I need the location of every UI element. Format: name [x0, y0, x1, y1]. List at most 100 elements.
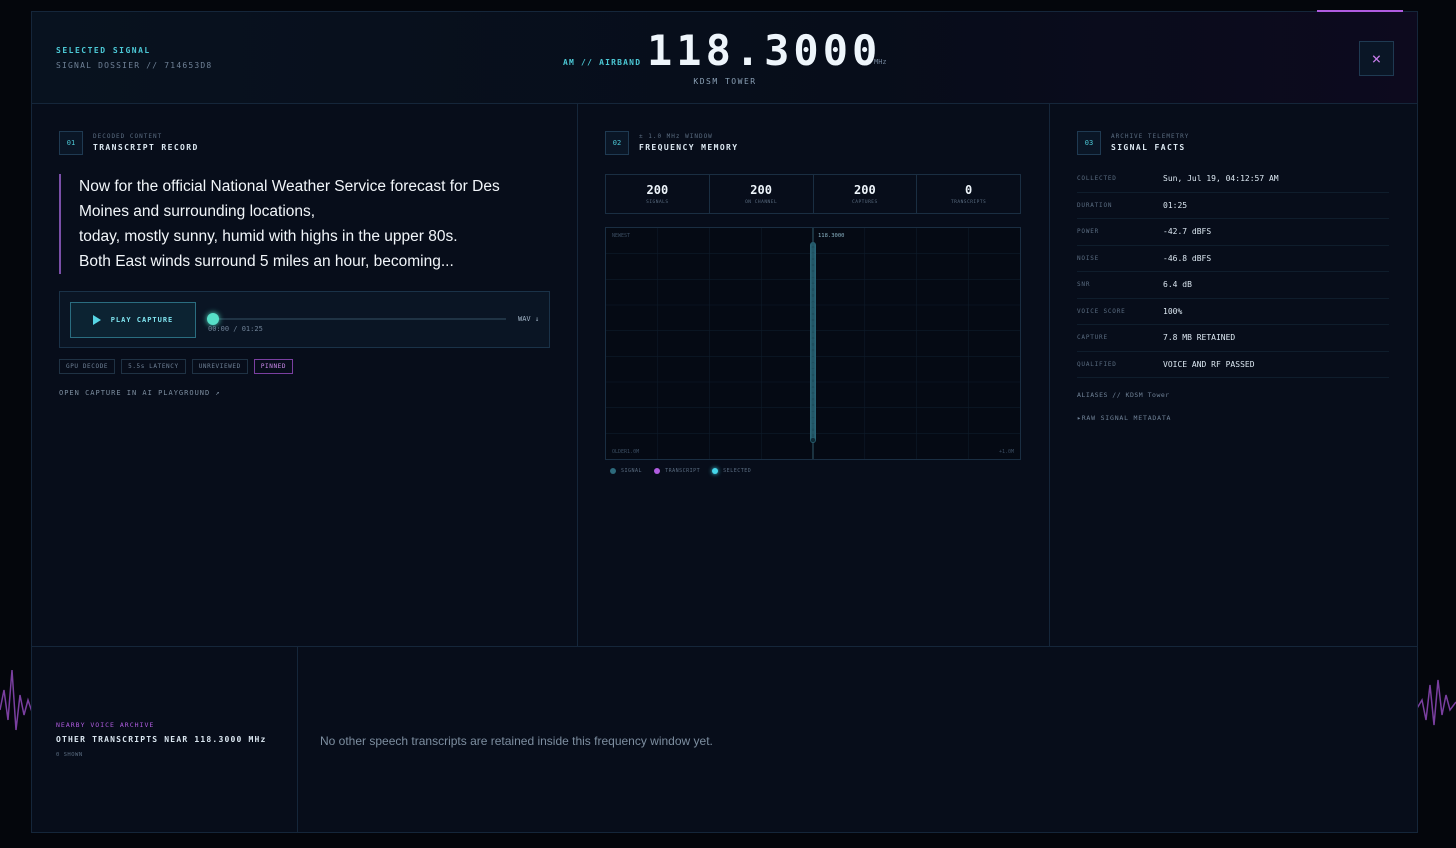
- nearby-archive-section: NEARBY VOICE ARCHIVE OTHER TRANSCRIPTS N…: [32, 646, 1417, 833]
- stat-label: TRANSCRIPTS: [950, 200, 987, 205]
- transcript-text: Now for the official National Weather Se…: [59, 174, 529, 274]
- transcript-line: Both East winds surround 5 miles an hour…: [79, 253, 454, 270]
- playback-time: 00:00 / 01:25: [208, 325, 263, 333]
- fact-value: 6.4 dB: [1163, 280, 1192, 290]
- selected-frequency-label: 118.3000: [818, 233, 845, 239]
- legend-selected: SELECTED: [712, 468, 751, 474]
- fact-key: NOISE: [1077, 254, 1100, 262]
- tag-unreviewed: UNREVIEWED: [191, 359, 248, 374]
- stat-value: 200: [750, 183, 772, 197]
- section-title: TRANSCRIPT RECORD: [93, 143, 199, 152]
- nearby-title: OTHER TRANSCRIPTS NEAR 118.3000 MHz: [56, 735, 267, 744]
- wav-download-link[interactable]: WAV ↓: [518, 315, 539, 323]
- close-button[interactable]: ×: [1359, 41, 1394, 76]
- tag-latency: 5.5s LATENCY: [121, 359, 186, 374]
- empty-state-message: No other speech transcripts are retained…: [320, 734, 713, 748]
- raw-metadata-toggle[interactable]: ▸RAW SIGNAL METADATA: [1077, 414, 1171, 422]
- stat-captures: 200 CAPTURES: [814, 175, 918, 213]
- legend-label: SIGNAL: [621, 468, 643, 474]
- section-title: FREQUENCY MEMORY: [639, 143, 739, 152]
- stat-label: SIGNALS: [646, 200, 669, 205]
- fact-value: VOICE AND RF PASSED: [1163, 359, 1255, 369]
- fact-key: COLLECTED: [1077, 175, 1117, 183]
- play-capture-label: PLAY CAPTURE: [110, 316, 174, 324]
- seek-track[interactable]: [212, 318, 506, 320]
- fact-value: 01:25: [1163, 200, 1188, 210]
- section-number: 01: [59, 131, 83, 155]
- fact-row: DURATION 01:25: [1077, 193, 1389, 219]
- fact-row: NOISE -46.8 dBFS: [1077, 246, 1389, 272]
- fact-key: VOICE SCORE: [1077, 307, 1126, 315]
- fact-row: VOICE SCORE 100%: [1077, 299, 1389, 325]
- stat-value: 0: [965, 183, 973, 197]
- fact-value: -42.7 dBFS: [1163, 227, 1212, 237]
- legend-label: TRANSCRIPT: [665, 468, 701, 474]
- transcript-line: today, mostly sunny, humid with highs in…: [79, 228, 458, 245]
- stat-label: CAPTURES: [852, 200, 878, 205]
- fact-key: POWER: [1077, 228, 1100, 236]
- fact-row: QUALIFIED VOICE AND RF PASSED: [1077, 352, 1389, 378]
- aliases-text: ALIASES // KDSM Tower: [1077, 391, 1170, 399]
- open-in-playground-link[interactable]: OPEN CAPTURE IN AI PLAYGROUND ↗: [59, 389, 221, 397]
- fact-row: POWER -42.7 dBFS: [1077, 219, 1389, 246]
- fact-value: -46.8 dBFS: [1163, 253, 1212, 263]
- signal-dossier-panel: SELECTED SIGNAL SIGNAL DOSSIER // 714653…: [31, 10, 1418, 833]
- frequency-unit: MHz: [874, 58, 887, 66]
- background-waveform: [1416, 679, 1456, 726]
- legend-signal: SIGNAL: [610, 468, 642, 474]
- fact-key: QUALIFIED: [1077, 360, 1117, 368]
- band-label: AM // AIRBAND: [563, 58, 642, 67]
- signal-point: [810, 437, 816, 443]
- frequency-memory-chart: NEWEST OLDER1.0M +1.0M 118.3000: [605, 227, 1021, 460]
- transcript-section: 01 DECODED CONTENT TRANSCRIPT RECORD Now…: [32, 104, 578, 646]
- audio-player: PLAY CAPTURE 00:00 / 01:25 WAV ↓: [59, 291, 550, 348]
- chart-x-right-label: +1.0M: [999, 449, 1014, 455]
- fact-key: SNR: [1077, 281, 1091, 289]
- section-number: 02: [605, 131, 629, 155]
- fact-row: CAPTURE 7.8 MB RETAINED: [1077, 325, 1389, 352]
- nearby-kicker: NEARBY VOICE ARCHIVE: [56, 721, 155, 729]
- fact-value: 100%: [1163, 306, 1183, 316]
- seek-handle[interactable]: [207, 313, 219, 325]
- fact-key: DURATION: [1077, 201, 1113, 209]
- legend-label: SELECTED: [723, 468, 752, 474]
- signal-facts-section: 03 ARCHIVE TELEMETRY SIGNAL FACTS COLLEC…: [1050, 104, 1418, 646]
- section-kicker: ± 1.0 MHz WINDOW: [639, 133, 713, 140]
- frequency-chart-svg: NEWEST OLDER1.0M +1.0M 118.3000: [606, 228, 1020, 459]
- fact-value: Sun, Jul 19, 04:12:57 AM: [1163, 174, 1279, 184]
- fact-value: 7.8 MB RETAINED: [1163, 333, 1236, 343]
- frequency-display: 118.3000: [647, 26, 882, 75]
- chart-x-left-label: OLDER1.0M: [612, 449, 639, 455]
- tag-pinned[interactable]: PINNED: [253, 359, 294, 374]
- section-kicker: DECODED CONTENT: [93, 133, 163, 140]
- close-icon: ×: [1371, 49, 1382, 68]
- stat-value: 200: [646, 183, 669, 197]
- dossier-id: SIGNAL DOSSIER // 714653D8: [56, 61, 213, 70]
- play-icon: [92, 315, 101, 325]
- signal-points: [810, 242, 816, 443]
- selected-dot-icon: [712, 468, 719, 474]
- section-title: SIGNAL FACTS: [1111, 143, 1186, 152]
- station-name: KDSM TOWER: [693, 77, 757, 86]
- stat-transcripts: 0 TRANSCRIPTS: [917, 175, 1020, 213]
- chart-top-label: NEWEST: [612, 233, 630, 239]
- selected-signal-label: SELECTED SIGNAL: [56, 46, 151, 55]
- section-number: 03: [1077, 131, 1101, 155]
- stat-on-channel: 200 ON CHANNEL: [710, 175, 814, 213]
- frequency-memory-section: 02 ± 1.0 MHz WINDOW FREQUENCY MEMORY 200…: [578, 104, 1050, 646]
- transcript-line: Moines and surrounding locations,: [79, 203, 316, 220]
- stat-signals: 200 SIGNALS: [606, 175, 710, 213]
- dossier-header: SELECTED SIGNAL SIGNAL DOSSIER // 714653…: [32, 12, 1417, 104]
- transcript-dot-icon: [654, 468, 661, 474]
- tag-gpu-decode: GPU DECODE: [59, 359, 116, 374]
- chart-legend: SIGNAL TRANSCRIPT SELECTED: [610, 468, 751, 474]
- tag-list: GPU DECODE 5.5s LATENCY UNREVIEWED PINNE…: [59, 359, 294, 374]
- transcript-line: Now for the official National Weather Se…: [79, 178, 500, 195]
- fact-row: COLLECTED Sun, Jul 19, 04:12:57 AM: [1077, 166, 1389, 193]
- facts-table: COLLECTED Sun, Jul 19, 04:12:57 AM DURATI…: [1077, 166, 1389, 378]
- fact-row: SNR 6.4 dB: [1077, 272, 1389, 299]
- nearby-count: 0 SHOWN: [56, 752, 83, 758]
- stat-label: ON CHANNEL: [745, 200, 778, 205]
- play-capture-button[interactable]: PLAY CAPTURE: [70, 302, 196, 338]
- section-kicker: ARCHIVE TELEMETRY: [1111, 133, 1190, 140]
